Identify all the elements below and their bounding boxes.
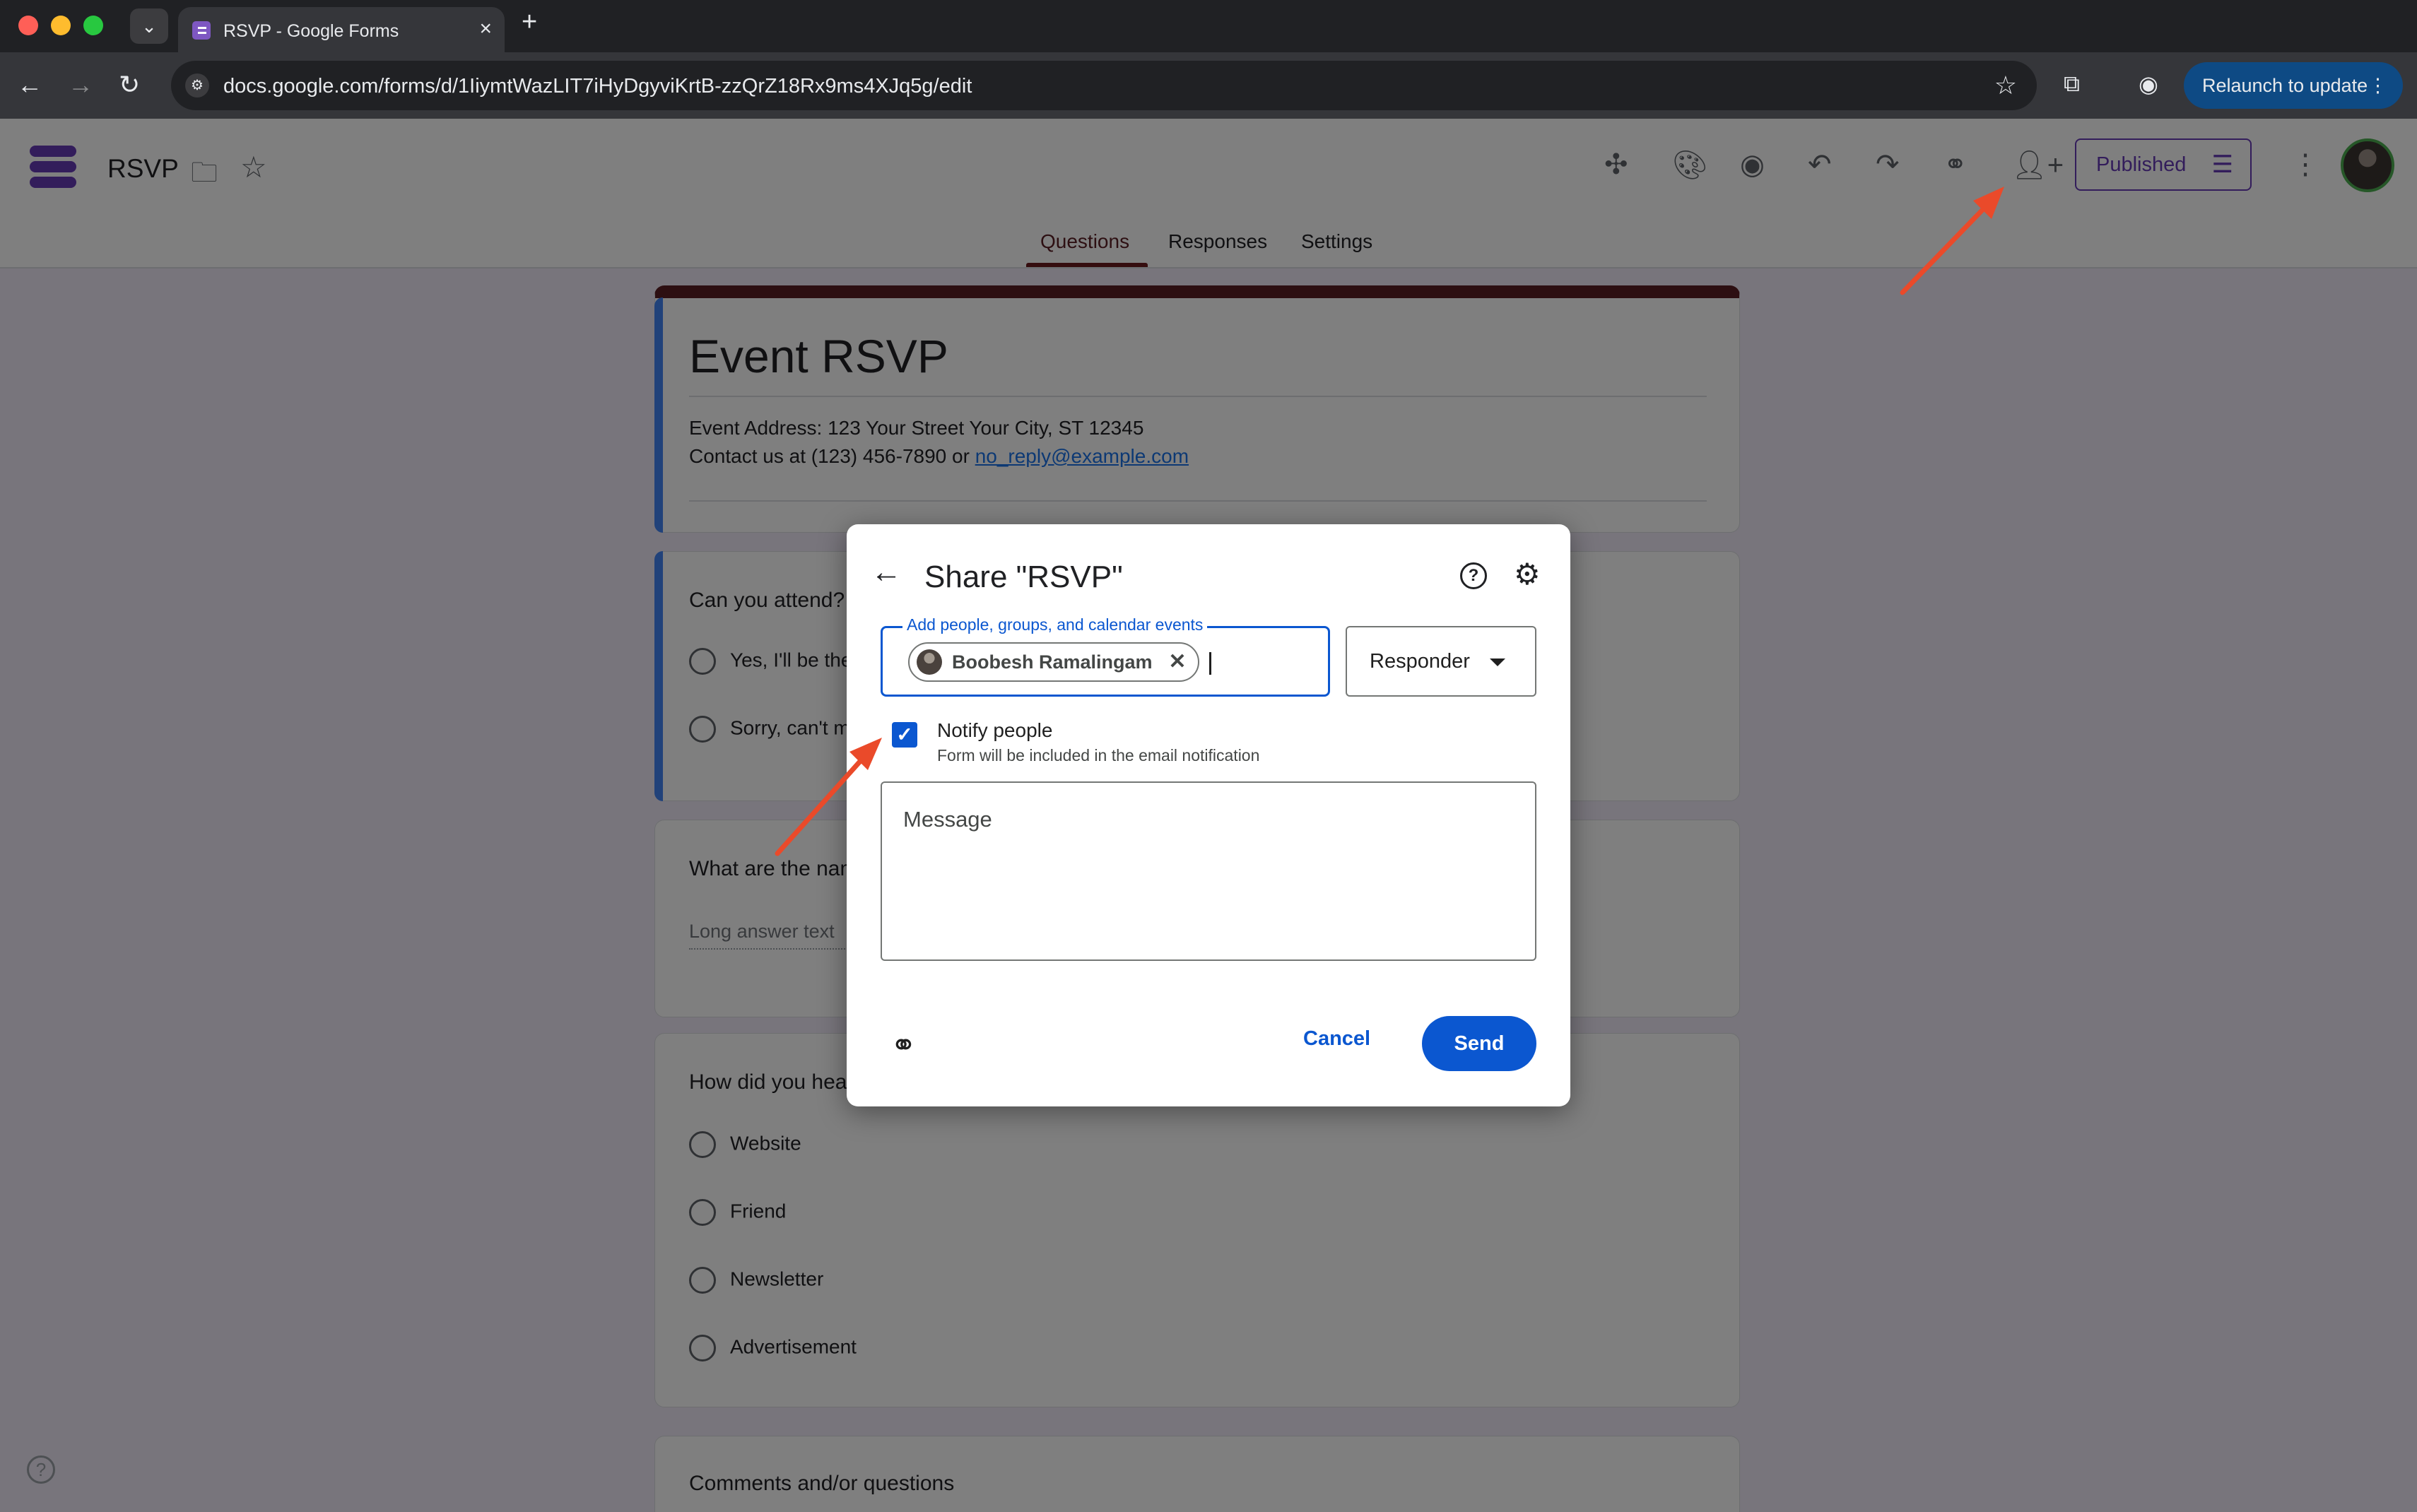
notify-people-label[interactable]: Notify people bbox=[937, 719, 1052, 742]
message-textarea[interactable]: Message bbox=[881, 781, 1536, 961]
send-button[interactable]: Send bbox=[1422, 1016, 1536, 1071]
copy-link-icon[interactable]: ⚭ bbox=[890, 1027, 917, 1063]
chip-name: Boobesh Ramalingam bbox=[952, 651, 1153, 673]
add-people-input[interactable]: Add people, groups, and calendar events … bbox=[881, 615, 1330, 697]
extensions-icon[interactable]: ⧉ bbox=[2064, 71, 2080, 98]
relaunch-to-update-button[interactable]: Relaunch to update ⋮ bbox=[2184, 62, 2403, 109]
notify-people-checkbox[interactable]: ✓ bbox=[892, 722, 917, 748]
back-arrow-icon[interactable]: ← bbox=[871, 557, 902, 588]
forward-arrow-icon[interactable]: → bbox=[68, 69, 93, 100]
tab-search-chevron-icon[interactable]: ⌄ bbox=[130, 8, 168, 44]
google-forms-favicon-icon bbox=[192, 21, 211, 40]
relaunch-label: Relaunch to update bbox=[2202, 75, 2368, 96]
address-bar[interactable]: ⚙ docs.google.com/forms/d/1IiymtWazLIT7i… bbox=[171, 61, 2037, 110]
remove-chip-close-icon[interactable]: ✕ bbox=[1168, 644, 1186, 680]
person-chip[interactable]: Boobesh Ramalingam ✕ bbox=[908, 642, 1199, 682]
message-placeholder: Message bbox=[903, 807, 992, 832]
profile-icon[interactable]: ◉ bbox=[2139, 71, 2158, 98]
gear-icon[interactable]: ⚙ bbox=[1514, 557, 1541, 591]
tab-title: RSVP - Google Forms bbox=[223, 21, 399, 41]
more-vert-icon: ⋮ bbox=[2368, 75, 2387, 96]
share-dialog: ← Share "RSVP" ? ⚙ Add people, groups, a… bbox=[847, 524, 1570, 1106]
bookmark-star-icon[interactable]: ☆ bbox=[1994, 71, 2017, 100]
role-dropdown[interactable]: Responder bbox=[1346, 626, 1536, 697]
add-people-label: Add people, groups, and calendar events bbox=[902, 615, 1208, 634]
cancel-button[interactable]: Cancel bbox=[1303, 1027, 1370, 1051]
site-info-icon[interactable]: ⚙ bbox=[185, 73, 209, 98]
text-caret bbox=[1209, 652, 1211, 675]
notify-people-hint: Form will be included in the email notif… bbox=[937, 746, 1260, 764]
reload-icon[interactable]: ↻ bbox=[119, 69, 140, 100]
help-icon[interactable]: ? bbox=[1460, 562, 1487, 589]
role-value: Responder bbox=[1370, 650, 1470, 673]
browser-toolbar: ← → ↻ ⚙ docs.google.com/forms/d/1IiymtWa… bbox=[0, 52, 2417, 119]
dialog-title: Share "RSVP" bbox=[924, 560, 1123, 594]
back-arrow-icon[interactable]: ← bbox=[17, 69, 42, 100]
browser-tab[interactable]: RSVP - Google Forms × bbox=[178, 7, 505, 52]
minimize-window-button[interactable] bbox=[51, 16, 71, 35]
maximize-window-button[interactable] bbox=[83, 16, 103, 35]
browser-titlebar: ⌄ RSVP - Google Forms × + bbox=[0, 0, 2417, 52]
tab-close-icon[interactable]: × bbox=[479, 17, 492, 41]
dropdown-arrow-icon bbox=[1490, 658, 1505, 666]
new-tab-button[interactable]: + bbox=[522, 7, 537, 37]
close-window-button[interactable] bbox=[18, 16, 38, 35]
url-text[interactable]: docs.google.com/forms/d/1IiymtWazLIT7iHy… bbox=[223, 75, 972, 98]
avatar bbox=[917, 649, 942, 675]
